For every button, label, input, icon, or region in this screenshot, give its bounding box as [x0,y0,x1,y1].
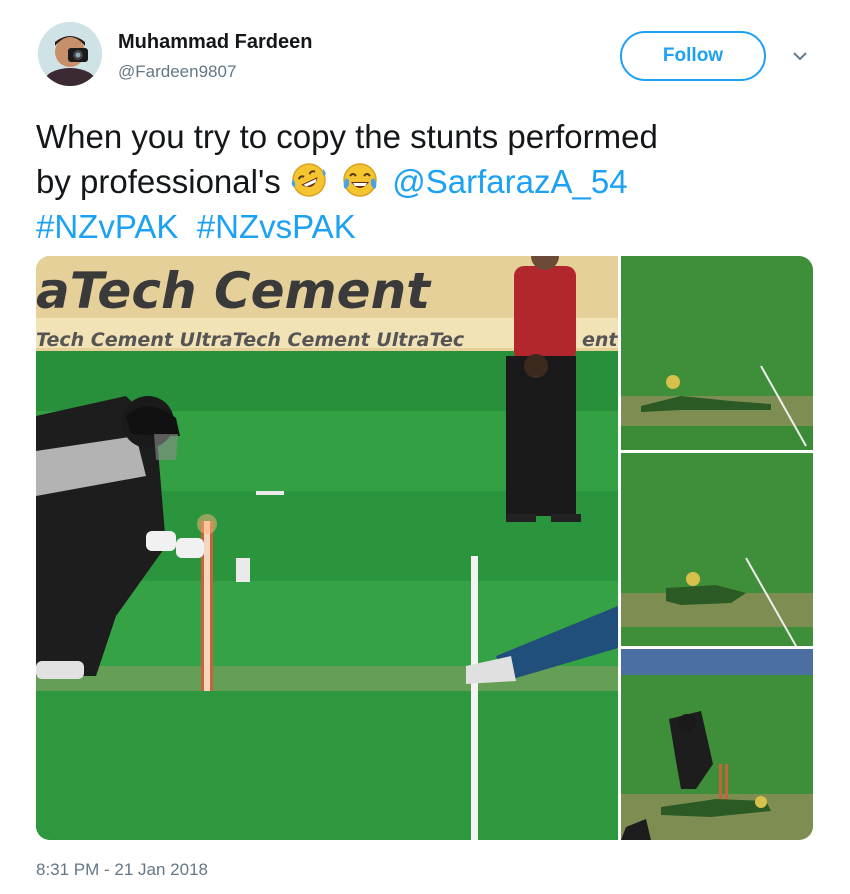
tweet-text-line2-prefix: by professional's [36,163,281,200]
avatar[interactable] [38,22,102,86]
banner-sub-text: Tech Cement UltraTech Cement UltraTec [36,329,465,351]
tweet-media[interactable]: aTech Cement Tech Cement UltraTech Cemen… [36,256,813,840]
main-photo[interactable]: aTech Cement Tech Cement UltraTech Cemen… [36,256,618,840]
tweet-text-line2: by professional's @SarfarazA_54 [36,159,816,204]
tweet-text-line3: #NZvPAK #NZvsPAK [36,204,816,249]
side-photo-2[interactable] [621,453,813,646]
tweet-text: When you try to copy the stunts performe… [36,114,816,249]
chevron-down-icon[interactable] [792,50,808,62]
banner-text: aTech Cement [36,262,432,320]
author-handle[interactable]: @Fardeen9807 [118,62,236,82]
tears-of-joy-emoji [343,163,377,197]
banner-right-text: ent [582,329,618,351]
rolling-on-floor-laughing-emoji [291,163,326,197]
hashtag-link[interactable]: #NZvPAK [36,208,178,245]
author-name[interactable]: Muhammad Fardeen [118,31,312,54]
hashtag-link[interactable]: #NZvsPAK [197,208,356,245]
mention-link[interactable]: @SarfarazA_54 [392,163,627,200]
tweet-text-line1: When you try to copy the stunts performe… [36,118,658,155]
tweet-timestamp[interactable]: 8:31 PM - 21 Jan 2018 [36,860,208,880]
tweet-header: Muhammad Fardeen @Fardeen9807 Follow [0,0,850,100]
follow-button[interactable]: Follow [620,31,766,81]
side-photo-3[interactable] [621,649,813,840]
side-photo-1[interactable] [621,256,813,450]
